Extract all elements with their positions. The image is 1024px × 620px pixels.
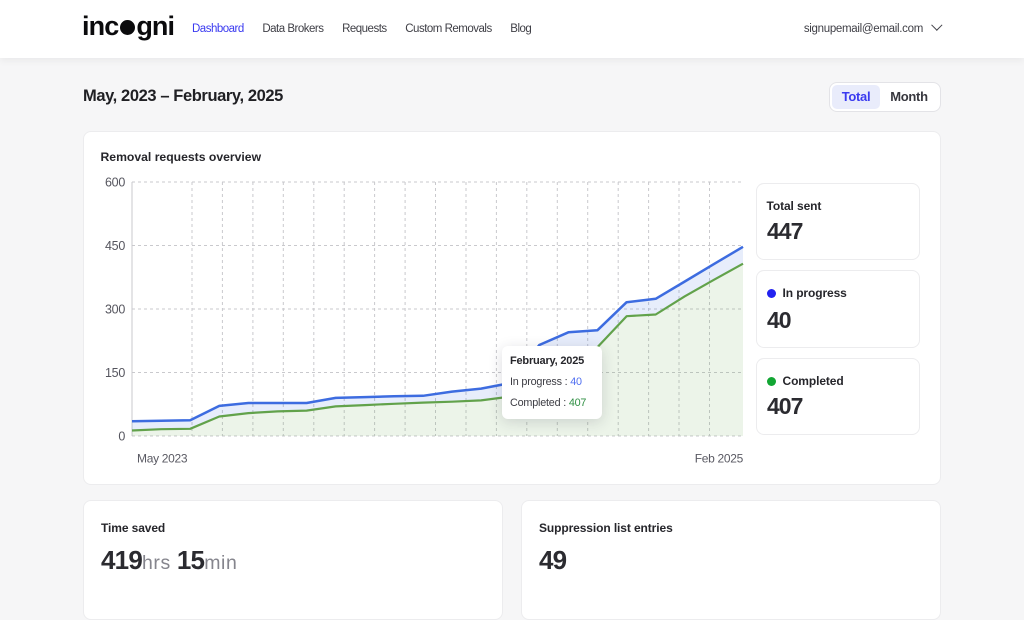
svg-text:300: 300 [105, 303, 125, 317]
svg-text:0: 0 [118, 430, 125, 444]
svg-text:150: 150 [105, 366, 125, 380]
svg-text:Feb 2025: Feb 2025 [695, 452, 744, 466]
svg-text:450: 450 [105, 239, 125, 253]
svg-text:600: 600 [105, 176, 125, 190]
svg-text:May 2023: May 2023 [137, 452, 188, 466]
